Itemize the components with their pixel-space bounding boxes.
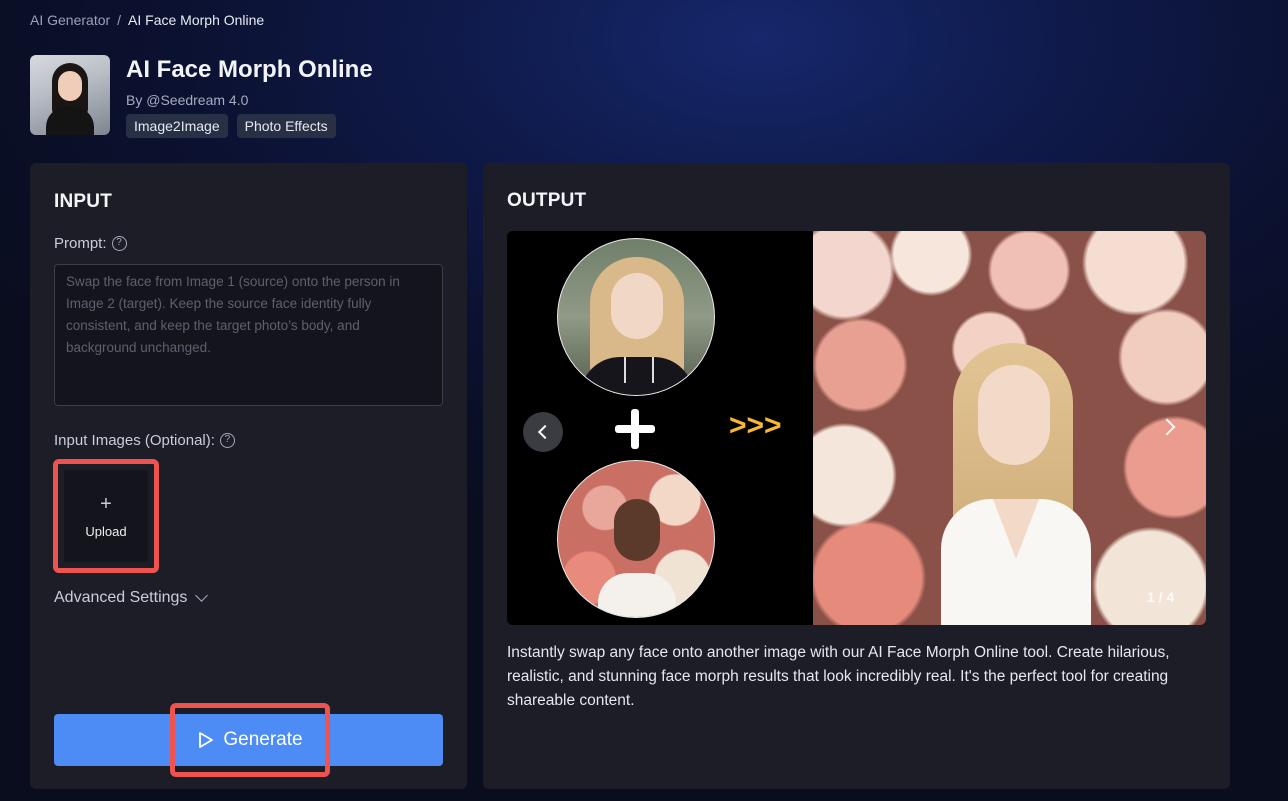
tag-photo-effects[interactable]: Photo Effects [236,114,336,138]
tag-image2image[interactable]: Image2Image [126,114,228,138]
output-panel: OUTPUT >>> 1 / 4 Instantly swap any face… [483,163,1230,789]
tool-description: Instantly swap any face onto another ima… [507,644,1170,709]
prompt-label: Prompt: [54,235,107,252]
target-image [557,460,715,618]
help-icon[interactable]: ? [111,236,127,251]
page-title: AI Face Morph Online [126,56,373,83]
chevron-right-icon[interactable] [1158,418,1176,436]
arrow-icon: >>> [729,409,782,442]
output-panel-title: OUTPUT [507,190,587,211]
upload-highlight: + Upload [53,459,159,573]
source-images: >>> [507,231,813,625]
input-panel: INPUT Prompt: ? Input Images (Optional):… [30,163,467,789]
tool-header: AI Face Morph Online By @Seedream 4.0 Im… [30,55,373,138]
breadcrumb: AI Generator / AI Face Morph Online [30,12,264,28]
breadcrumb-separator: / [117,12,122,28]
carousel-counter: 1 / 4 [1147,589,1175,605]
prompt-box [54,264,443,406]
input-images-label-row: Input Images (Optional): ? [54,432,235,449]
plus-icon: + [100,492,112,515]
plus-icon [615,409,655,449]
generate-label: Generate [223,729,303,750]
prompt-input[interactable] [66,271,431,399]
breadcrumb-current: AI Face Morph Online [128,12,265,28]
generate-button[interactable]: Generate [54,703,443,777]
arrows-glyph: >>> [729,409,782,442]
help-icon[interactable]: ? [219,433,235,448]
author-byline: By @Seedream 4.0 [126,92,249,108]
example-carousel: >>> 1 / 4 [507,231,1206,625]
prompt-label-row: Prompt: ? [54,235,127,252]
upload-label: Upload [85,523,127,539]
advanced-settings-label: Advanced Settings [54,589,188,606]
generate-highlight: Generate [170,703,330,777]
upload-button[interactable]: + Upload [64,470,148,562]
input-panel-title: INPUT [54,191,112,212]
input-images-label: Input Images (Optional): [54,432,215,449]
tool-thumbnail [30,55,110,135]
play-icon [199,732,214,748]
result-image: 1 / 4 [813,231,1206,625]
advanced-settings-toggle[interactable]: Advanced Settings [54,589,209,607]
source-face-image [557,238,715,396]
carousel-prev-button[interactable] [523,412,563,452]
tag-list: Image2Image Photo Effects [126,114,373,138]
chevron-down-icon [195,589,209,602]
breadcrumb-root-link[interactable]: AI Generator [30,12,110,28]
title-block: AI Face Morph Online By @Seedream 4.0 Im… [126,55,373,138]
chevron-left-icon [537,424,553,440]
